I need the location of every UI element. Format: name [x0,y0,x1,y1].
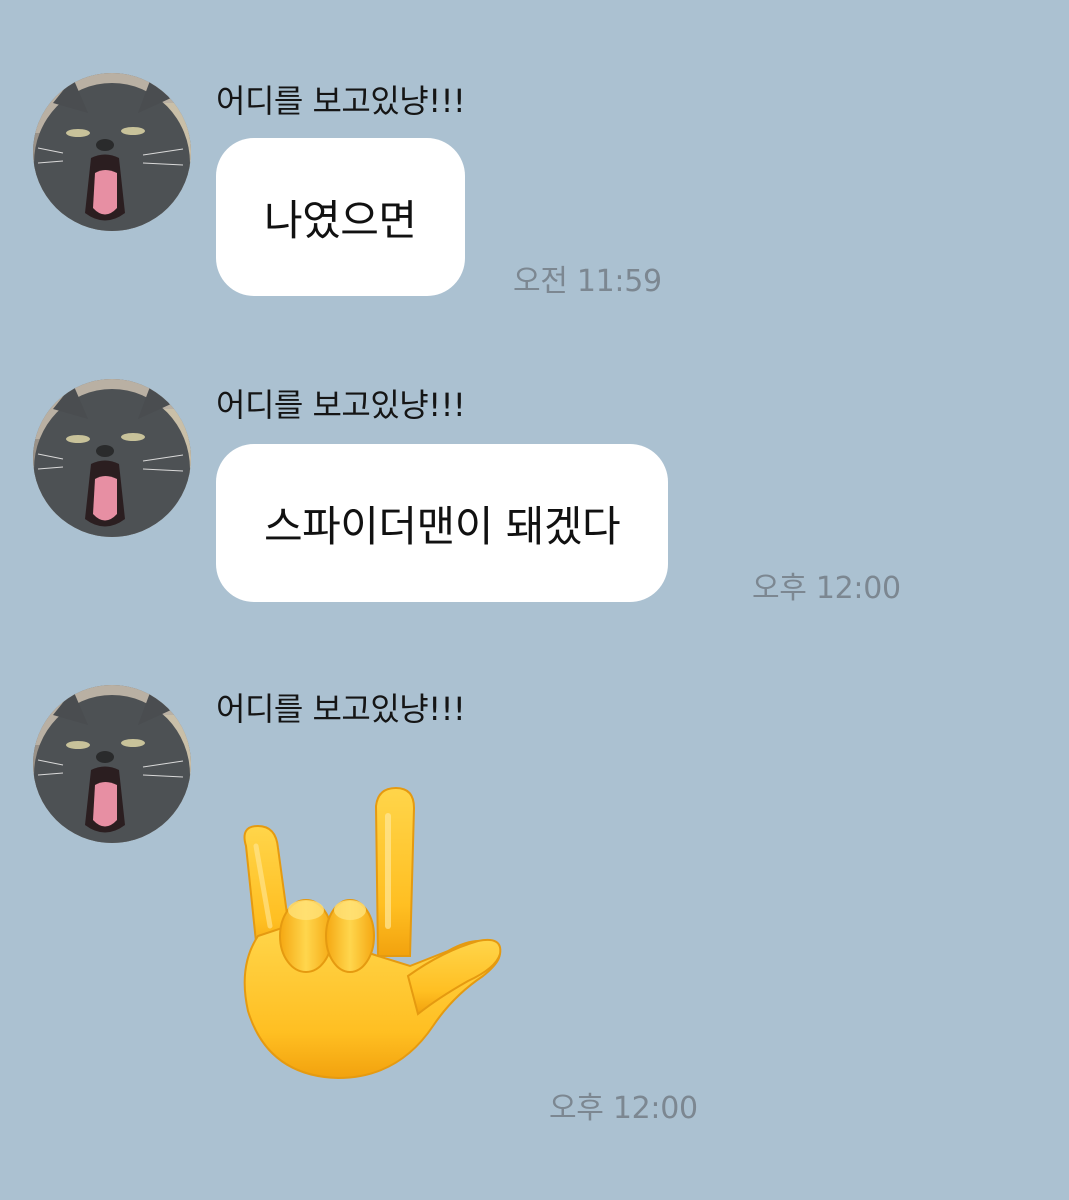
sender-avatar[interactable] [33,379,191,537]
message-time: 오전 11:59 [513,264,662,299]
message-bubble[interactable]: 나였으면 [216,138,465,296]
sender-avatar[interactable] [33,685,191,843]
chat-area[interactable]: 어디를 보고있냥!!! 나였으면 오전 11:59 어디를 보고있냥!!! 스파… [0,0,1069,1200]
sender-name: 어디를 보고있냥!!! [216,82,466,120]
cat-yawning-avatar-icon [33,73,191,231]
sender-avatar[interactable] [33,73,191,231]
love-you-gesture-emoji-icon[interactable] [228,786,508,1086]
sender-name: 어디를 보고있냥!!! [216,690,466,728]
message-time: 오후 12:00 [549,1091,698,1126]
message-time: 오후 12:00 [752,571,901,606]
cat-yawning-avatar-icon [33,685,191,843]
sender-name: 어디를 보고있냥!!! [216,386,466,424]
cat-yawning-avatar-icon [33,379,191,537]
message-bubble[interactable]: 스파이더맨이 돼겠다 [216,444,669,602]
